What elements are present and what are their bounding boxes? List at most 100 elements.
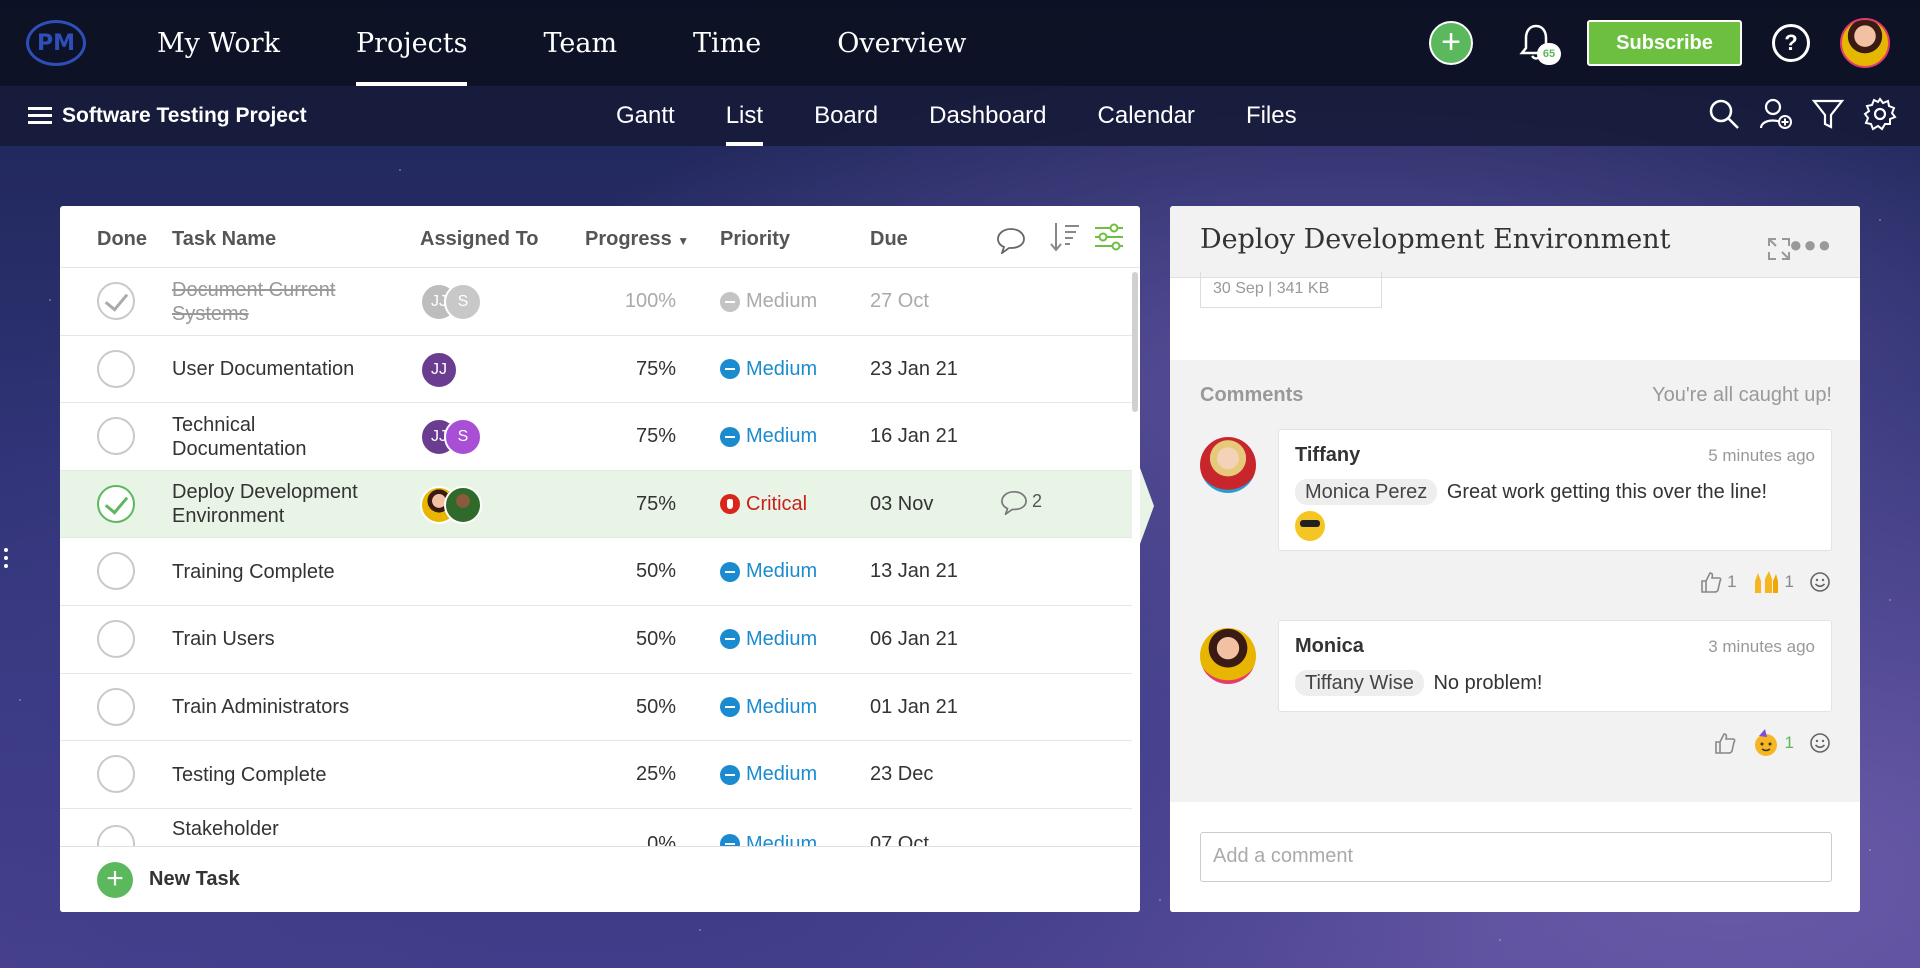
column-priority[interactable]: Priority: [720, 228, 790, 251]
task-priority[interactable]: Medium: [720, 358, 817, 381]
task-row-selected[interactable]: Deploy Development Environment 75% Criti…: [60, 470, 1132, 539]
raised-hands-reaction[interactable]: 1: [1751, 567, 1794, 597]
task-priority[interactable]: Medium: [720, 763, 817, 786]
done-checkbox[interactable]: [97, 619, 135, 658]
column-settings-icon[interactable]: [1092, 220, 1126, 254]
tab-files[interactable]: Files: [1246, 86, 1297, 146]
done-checkbox[interactable]: [97, 552, 135, 591]
column-task-name[interactable]: Task Name: [172, 228, 276, 251]
task-name[interactable]: User Documentation: [172, 336, 392, 403]
assignees[interactable]: JJ S: [420, 283, 482, 321]
add-reaction[interactable]: [1808, 731, 1832, 755]
mention-tag[interactable]: Monica Perez: [1295, 479, 1438, 505]
task-priority[interactable]: Medium: [720, 425, 817, 448]
task-progress[interactable]: 75%: [580, 493, 676, 516]
comments-column-icon[interactable]: [996, 226, 1026, 254]
column-assigned-to[interactable]: Assigned To: [420, 228, 539, 251]
task-due-date[interactable]: 13 Jan 21: [870, 560, 958, 583]
task-progress[interactable]: 100%: [580, 290, 676, 313]
assignees[interactable]: JJ S: [420, 418, 482, 457]
mention-tag[interactable]: Tiffany Wise: [1295, 670, 1424, 696]
task-due-date[interactable]: 06 Jan 21: [870, 628, 958, 651]
task-name[interactable]: Technical Documentation: [172, 403, 392, 470]
task-priority[interactable]: Medium: [720, 628, 817, 651]
task-name[interactable]: Deploy Development Environment: [172, 471, 392, 538]
thumbs-up-reaction[interactable]: [1713, 731, 1737, 755]
add-new-icon[interactable]: +: [1429, 21, 1473, 65]
tab-calendar[interactable]: Calendar: [1098, 86, 1195, 146]
party-face-reaction[interactable]: 1: [1751, 728, 1794, 758]
add-member-icon[interactable]: [1758, 96, 1794, 132]
task-name[interactable]: Stakeholder: [172, 809, 392, 846]
expand-icon[interactable]: [1766, 236, 1792, 262]
task-progress[interactable]: 25%: [580, 763, 676, 786]
new-task-button[interactable]: + New Task: [60, 846, 1140, 912]
task-progress[interactable]: 50%: [580, 696, 676, 719]
task-name[interactable]: Train Users: [172, 606, 392, 673]
task-row[interactable]: Technical Documentation JJ S 75% Medium …: [60, 403, 1132, 471]
task-row[interactable]: Training Complete 50% Medium 13 Jan 21: [60, 538, 1132, 606]
comment-author-avatar[interactable]: [1200, 437, 1256, 493]
assignees[interactable]: [420, 485, 482, 524]
tab-dashboard[interactable]: Dashboard: [929, 86, 1046, 146]
user-avatar[interactable]: [1840, 18, 1890, 68]
nav-overview[interactable]: Overview: [837, 0, 966, 86]
done-checkbox[interactable]: [97, 755, 135, 794]
task-due-date[interactable]: 16 Jan 21: [870, 425, 958, 448]
help-icon[interactable]: ?: [1772, 24, 1810, 62]
task-priority[interactable]: Medium: [720, 560, 817, 583]
task-row[interactable]: Train Administrators 50% Medium 01 Jan 2…: [60, 674, 1132, 742]
task-row[interactable]: Testing Complete 25% Medium 23 Dec: [60, 741, 1132, 809]
done-checkbox[interactable]: [97, 824, 135, 846]
column-done[interactable]: Done: [97, 228, 147, 251]
task-comments[interactable]: 2: [1000, 489, 1042, 515]
done-checkbox[interactable]: [97, 687, 135, 726]
tab-list[interactable]: List: [725, 86, 764, 146]
attachment-card[interactable]: 30 Sep | 341 KB: [1200, 272, 1382, 308]
task-progress[interactable]: 50%: [580, 560, 676, 583]
task-due-date[interactable]: 27 Oct: [870, 290, 929, 313]
add-reaction[interactable]: [1808, 570, 1832, 594]
done-checkbox[interactable]: [97, 417, 135, 456]
sort-icon[interactable]: [1048, 220, 1082, 254]
nav-team[interactable]: Team: [543, 0, 617, 86]
list-scrollbar[interactable]: [1132, 272, 1138, 412]
task-name[interactable]: Testing Complete: [172, 741, 392, 808]
settings-gear-icon[interactable]: [1862, 96, 1898, 132]
task-row[interactable]: Document Current Systems JJ S 100% Mediu…: [60, 268, 1132, 336]
more-options-icon[interactable]: ●●●: [1789, 232, 1832, 258]
thumbs-up-reaction[interactable]: 1: [1699, 570, 1737, 594]
task-name[interactable]: Document Current Systems: [172, 268, 392, 335]
tab-gantt[interactable]: Gantt: [616, 86, 675, 146]
task-row[interactable]: User Documentation JJ 75% Medium 23 Jan …: [60, 336, 1132, 404]
project-menu[interactable]: Software Testing Project: [28, 104, 307, 128]
done-checkbox[interactable]: [97, 349, 135, 388]
notifications-bell-icon[interactable]: 65: [1519, 23, 1561, 65]
task-due-date[interactable]: 07 Oct: [870, 833, 929, 846]
task-progress[interactable]: 50%: [580, 628, 676, 651]
task-name[interactable]: Training Complete: [172, 538, 392, 605]
column-due[interactable]: Due: [870, 228, 908, 251]
task-progress[interactable]: 75%: [580, 358, 676, 381]
task-priority[interactable]: Medium: [720, 696, 817, 719]
task-row[interactable]: Train Users 50% Medium 06 Jan 21: [60, 606, 1132, 674]
task-priority[interactable]: Critical: [720, 493, 807, 516]
done-checkbox[interactable]: [97, 282, 135, 320]
task-progress[interactable]: 75%: [580, 425, 676, 448]
task-name[interactable]: Train Administrators: [172, 674, 392, 741]
task-due-date[interactable]: 01 Jan 21: [870, 696, 958, 719]
search-icon[interactable]: [1706, 96, 1742, 132]
task-priority[interactable]: Medium: [720, 290, 817, 313]
side-drag-handle[interactable]: [4, 548, 10, 572]
subscribe-button[interactable]: Subscribe: [1587, 20, 1742, 66]
app-logo[interactable]: PM: [26, 20, 86, 66]
filter-icon[interactable]: [1810, 96, 1846, 132]
hamburger-menu-icon[interactable]: [28, 107, 52, 125]
task-progress[interactable]: 0%: [580, 833, 676, 846]
nav-my-work[interactable]: My Work: [157, 0, 280, 86]
task-row[interactable]: Stakeholder 0% Medium 07 Oct: [60, 809, 1132, 846]
column-progress[interactable]: Progress ▼: [585, 228, 689, 251]
task-due-date[interactable]: 23 Dec: [870, 763, 933, 786]
nav-projects[interactable]: Projects: [355, 0, 467, 86]
detail-title[interactable]: Deploy Development Environment: [1200, 224, 1670, 255]
